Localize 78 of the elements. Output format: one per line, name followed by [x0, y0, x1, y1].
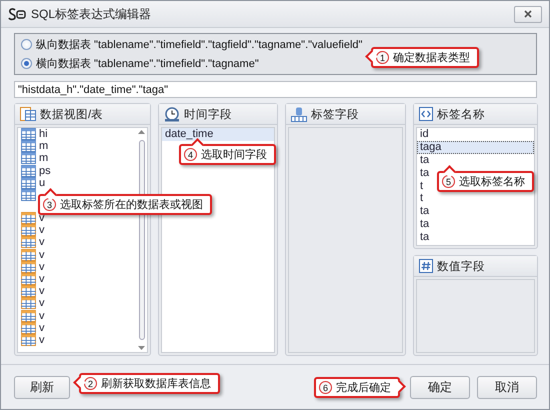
tables-icon	[20, 107, 36, 121]
list-item[interactable]: ta	[417, 218, 432, 230]
list-item[interactable]: v	[18, 272, 48, 286]
callout-text: 刷新获取数据库表信息	[101, 376, 211, 391]
radio-button[interactable]	[21, 39, 32, 50]
table-icon	[21, 285, 36, 298]
list-item[interactable]: v	[18, 212, 48, 224]
list-item[interactable]: v	[18, 297, 48, 310]
list-item[interactable]: u	[18, 176, 48, 189]
close-icon	[524, 10, 532, 18]
list-item[interactable]: v	[18, 260, 48, 273]
cancel-button[interactable]: 取消	[477, 376, 537, 398]
table-icon	[21, 224, 36, 236]
list-item[interactable]: ta	[417, 230, 432, 244]
expression-field[interactable]: "histdata_h"."date_time"."taga"	[14, 81, 537, 98]
close-button[interactable]	[514, 6, 542, 22]
scroll-up-icon[interactable]	[138, 130, 145, 134]
list-item[interactable]: v	[18, 334, 48, 346]
list-item[interactable]: v	[18, 224, 48, 236]
list-item[interactable]: id	[417, 128, 432, 141]
list-item[interactable]: date_time	[162, 128, 274, 141]
tag-field-icon	[291, 106, 307, 122]
step-number: 1	[376, 51, 389, 64]
table-icon	[21, 272, 36, 285]
list-item[interactable]: hi	[18, 128, 51, 140]
panel-title: 数据视图/表	[40, 108, 104, 122]
table-icon	[21, 322, 36, 334]
list-item[interactable]: t	[417, 179, 426, 192]
radio-label[interactable]: 横向数据表 "tablename"."timefield"."tagname"	[36, 56, 259, 71]
callout-text: 确定数据表类型	[393, 50, 470, 65]
table-icon	[21, 140, 36, 152]
step-number: 5	[442, 175, 455, 188]
list-item[interactable]: ta	[417, 166, 432, 180]
table-icon	[21, 297, 36, 310]
table-icon	[21, 260, 36, 273]
window-title: SQL标签表达式编辑器	[31, 6, 152, 22]
clock-icon	[164, 106, 180, 122]
table-icon	[21, 236, 36, 248]
list-item[interactable]: m	[18, 140, 52, 152]
list-item[interactable]: v	[18, 309, 48, 322]
table-icon	[21, 334, 36, 346]
table-icon	[21, 248, 36, 261]
panel-title: 标签字段	[311, 107, 359, 122]
list-item[interactable]: taga	[417, 140, 534, 154]
callout-text: 选取标签所在的数据表或视图	[60, 198, 203, 212]
table-icon	[21, 310, 36, 322]
app-logo-icon	[8, 7, 26, 21]
list-item[interactable]: ps	[18, 164, 54, 177]
list-item[interactable]: t	[417, 192, 426, 205]
callout-text: 完成后确定	[336, 380, 391, 395]
callout-text: 选取时间字段	[201, 148, 267, 162]
step-number: 2	[84, 377, 97, 390]
panel-title: 数值字段	[437, 259, 485, 274]
ok-button[interactable]: 确定	[410, 376, 470, 398]
hash-icon	[419, 259, 433, 273]
panel-title: 标签名称	[437, 108, 485, 122]
table-icon	[21, 164, 36, 177]
table-icon	[21, 152, 36, 164]
step-number: 6	[319, 381, 332, 394]
table-icon	[21, 212, 36, 224]
callout-text: 选取标签名称	[459, 175, 525, 189]
list-item[interactable]: ta	[417, 154, 432, 166]
list-item[interactable]: ta	[417, 204, 432, 218]
list-item[interactable]: v	[18, 248, 48, 261]
table-icon	[21, 188, 36, 201]
step-number: 3	[43, 198, 56, 211]
radio-button[interactable]	[21, 58, 32, 69]
list-item[interactable]: m	[18, 152, 52, 165]
list-item[interactable]: v	[18, 285, 48, 298]
scroll-down-icon[interactable]	[138, 346, 145, 350]
list-item[interactable]: v	[18, 236, 48, 248]
list-item[interactable]: v	[18, 322, 48, 334]
refresh-button[interactable]: 刷新	[14, 376, 70, 398]
table-icon	[21, 176, 36, 189]
code-icon	[419, 107, 433, 121]
panel-title: 时间字段	[184, 107, 232, 122]
step-number: 4	[184, 148, 197, 161]
radio-label[interactable]: 纵向数据表 "tablename"."timefield"."tagfield"."tagname"."valuefield"	[36, 37, 362, 52]
